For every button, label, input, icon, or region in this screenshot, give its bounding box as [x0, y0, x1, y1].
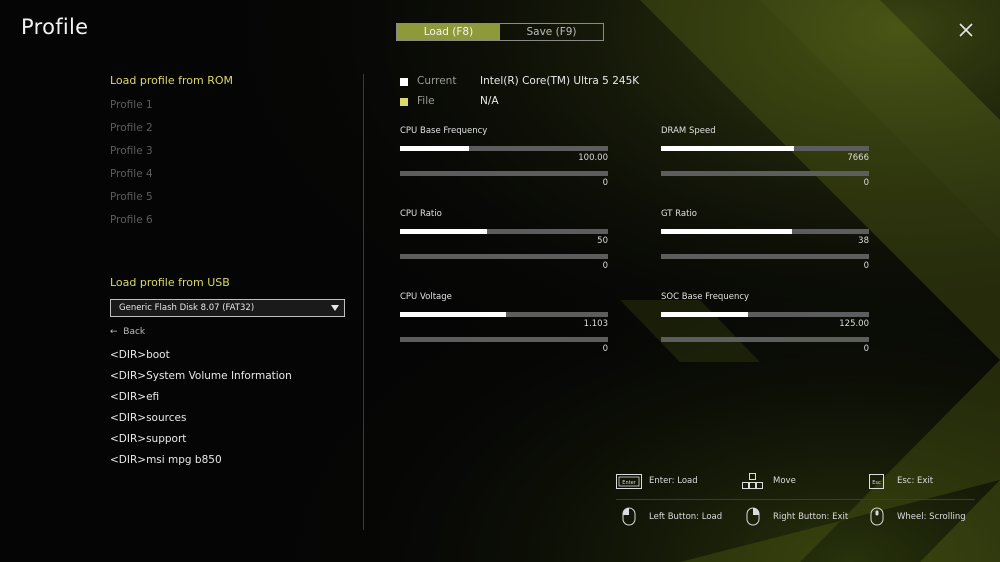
current-bar-fill-cpu-ratio	[400, 229, 487, 234]
mouse-left-icon	[622, 507, 636, 526]
tab-save[interactable]: Save (F9)	[500, 24, 603, 40]
rom-profile-6[interactable]: Profile 6	[110, 214, 153, 226]
dir-item-support[interactable]: <DIR>support	[110, 433, 186, 445]
current-bar-fill-gt-ratio	[661, 229, 792, 234]
mouse-right-icon	[746, 507, 760, 526]
help-wheel: Wheel: Scrolling	[897, 512, 966, 522]
tab-load[interactable]: Load (F8)	[397, 24, 500, 40]
usb-device-select[interactable]: Generic Flash Disk 8.07 (FAT32)	[110, 299, 345, 317]
usb-device-value: Generic Flash Disk 8.07 (FAT32)	[119, 303, 255, 313]
dir-item-sources[interactable]: <DIR>sources	[110, 412, 186, 424]
rom-profile-3[interactable]: Profile 3	[110, 145, 153, 157]
current-value-gt-ratio: 38	[858, 236, 869, 246]
metric-label-cpu-ratio: CPU Ratio	[400, 209, 442, 219]
metric-label-gt-ratio: GT Ratio	[661, 209, 698, 219]
file-value-soc-base-frequency: 0	[863, 344, 869, 354]
rom-profile-2[interactable]: Profile 2	[110, 122, 153, 134]
current-label: Current	[417, 75, 457, 87]
file-value-cpu-voltage: 0	[602, 344, 608, 354]
file-bar-track-dram-speed	[661, 171, 869, 176]
arrow-keys-icon	[742, 473, 763, 489]
close-icon[interactable]	[956, 20, 976, 40]
current-value-soc-base-frequency: 125.00	[839, 319, 869, 329]
file-bar-track-gt-ratio	[661, 254, 869, 259]
back-label: Back	[123, 327, 146, 337]
dir-item-system-volume-information[interactable]: <DIR>System Volume Information	[110, 370, 292, 382]
load-save-tabs: Load (F8) Save (F9)	[396, 23, 604, 41]
help-right-button: Right Button: Exit	[773, 512, 849, 522]
esc-key-icon: Esc	[869, 474, 884, 489]
current-value-cpu-voltage: 1.103	[583, 319, 608, 329]
rom-section-heading: Load profile from ROM	[110, 74, 234, 87]
rom-profile-1[interactable]: Profile 1	[110, 99, 153, 111]
current-bar-fill-cpu-base-frequency	[400, 146, 469, 151]
file-value-gt-ratio: 0	[863, 261, 869, 271]
metric-label-cpu-base-frequency: CPU Base Frequency	[400, 126, 488, 136]
current-cpu-value: Intel(R) Core(TM) Ultra 5 245K	[480, 75, 640, 87]
current-bar-fill-cpu-voltage	[400, 312, 506, 317]
help-move: Move	[773, 476, 796, 486]
file-value: N/A	[480, 95, 499, 107]
mouse-wheel-icon	[870, 507, 884, 526]
file-bar-track-soc-base-frequency	[661, 337, 869, 342]
vertical-divider	[363, 74, 364, 530]
esc-key-label: Esc	[872, 480, 881, 486]
current-value-cpu-ratio: 50	[597, 236, 608, 246]
current-bar-fill-dram-speed	[661, 146, 794, 151]
file-legend-swatch	[400, 98, 408, 106]
rom-profile-4[interactable]: Profile 4	[110, 168, 153, 180]
page-title: Profile	[21, 15, 89, 39]
metric-label-soc-base-frequency: SOC Base Frequency	[661, 292, 750, 302]
current-value-dram-speed: 7666	[847, 153, 869, 163]
usb-section-heading: Load profile from USB	[110, 276, 230, 289]
current-legend-swatch	[400, 78, 408, 86]
help-left-button: Left Button: Load	[649, 512, 723, 522]
file-bar-track-cpu-voltage	[400, 337, 608, 342]
dir-item-boot[interactable]: <DIR>boot	[110, 349, 170, 361]
help-separator	[616, 499, 975, 500]
current-bar-fill-soc-base-frequency	[661, 312, 748, 317]
metric-label-cpu-voltage: CPU Voltage	[400, 292, 452, 302]
file-value-dram-speed: 0	[863, 178, 869, 188]
dropdown-arrow-icon	[331, 305, 339, 311]
file-value-cpu-ratio: 0	[602, 261, 608, 271]
rom-profile-5[interactable]: Profile 5	[110, 191, 153, 203]
enter-key-icon: Enter	[616, 474, 642, 489]
file-bar-track-cpu-ratio	[400, 254, 608, 259]
back-arrow-icon: ←	[110, 327, 118, 337]
file-value-cpu-base-frequency: 0	[602, 178, 608, 188]
file-label: File	[417, 95, 435, 107]
dir-item-msi-mpg-b850[interactable]: <DIR>msi mpg b850	[110, 454, 222, 466]
metric-label-dram-speed: DRAM Speed	[661, 126, 716, 136]
current-value-cpu-base-frequency: 100.00	[578, 153, 608, 163]
help-enter-load: Enter: Load	[649, 476, 698, 486]
enter-key-label: Enter	[622, 480, 636, 486]
file-bar-track-cpu-base-frequency	[400, 171, 608, 176]
back-link[interactable]: ← Back	[110, 327, 145, 337]
help-esc-exit: Esc: Exit	[897, 476, 934, 486]
dir-item-efi[interactable]: <DIR>efi	[110, 391, 159, 403]
